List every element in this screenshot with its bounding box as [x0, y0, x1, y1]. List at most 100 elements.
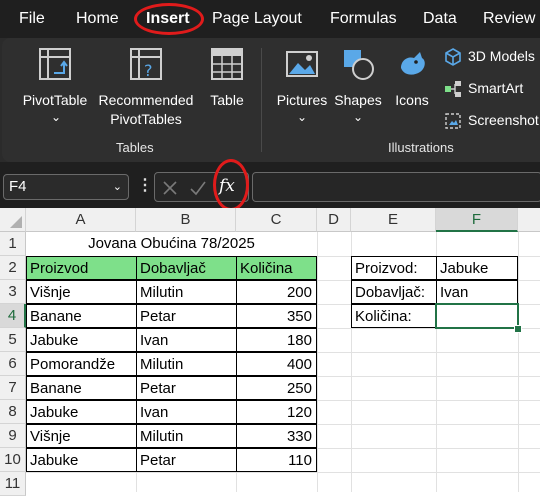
recommended-pivottables-icon: ? [130, 48, 162, 80]
table-cell[interactable]: 120 [236, 400, 317, 424]
column-header-c[interactable]: C [236, 208, 317, 232]
icons-button[interactable]: Icons [390, 46, 434, 110]
formula-bar: F4 ⌄ ⋮ fx [0, 159, 540, 211]
lookup-value-supplier[interactable]: Ivan [436, 280, 518, 304]
table-cell[interactable]: Jabuke [26, 328, 137, 352]
lookup-label-quantity[interactable]: Količina: [351, 304, 437, 328]
tab-review[interactable]: Review [483, 8, 535, 30]
name-box[interactable]: F4 ⌄ [3, 174, 129, 200]
menu-bar: File Home Insert Page Layout Formulas Da… [0, 0, 540, 38]
table-cell[interactable]: Ivan [136, 400, 237, 424]
table-cell[interactable]: Jabuke [26, 448, 137, 472]
lookup-value-product[interactable]: Jabuke [436, 256, 518, 280]
pivottable-label: PivotTable [22, 92, 88, 108]
enter-check-icon[interactable] [189, 179, 207, 197]
table-cell[interactable]: 250 [236, 376, 317, 400]
fill-handle[interactable] [514, 325, 522, 333]
sheet-title-cell[interactable]: Jovana Obućina 78/2025 [26, 232, 317, 256]
insert-function-button[interactable]: fx [219, 176, 235, 196]
tab-data[interactable]: Data [423, 8, 457, 30]
pictures-label: Pictures [276, 92, 328, 108]
shapes-button[interactable]: Shapes [332, 46, 384, 110]
recommended-pivottables-button[interactable]: ? Recommended PivotTables [94, 46, 198, 129]
table-cell[interactable]: 180 [236, 328, 317, 352]
table-cell[interactable]: Višnje [26, 280, 137, 304]
table-cell[interactable]: Pomorandže [26, 352, 137, 376]
row-header-5[interactable]: 5 [0, 328, 26, 352]
shapes-dropdown-icon[interactable]: ⌄ [353, 110, 363, 124]
bird-icon [401, 52, 425, 75]
column-header-f[interactable]: F [436, 208, 518, 232]
row-header-3[interactable]: 3 [0, 280, 26, 304]
table-cell[interactable]: Banane [26, 376, 137, 400]
table-cell[interactable]: Milutin [136, 352, 237, 376]
header-cell-kolicina[interactable]: Količina [236, 256, 317, 280]
pivottable-dropdown-icon[interactable]: ⌄ [51, 110, 61, 124]
3d-models-label: 3D Models [468, 48, 535, 64]
row-header-11[interactable]: 11 [0, 472, 26, 496]
smartart-icon [445, 81, 461, 98]
table-cell[interactable]: Višnje [26, 424, 137, 448]
gridline [518, 232, 519, 492]
screenshot-icon [445, 113, 461, 129]
column-header-d[interactable]: D [317, 208, 351, 232]
row-header-8[interactable]: 8 [0, 400, 26, 424]
select-all-corner[interactable] [0, 208, 26, 232]
column-header-b[interactable]: B [136, 208, 236, 232]
table-cell[interactable]: Milutin [136, 280, 237, 304]
vertical-dots-icon[interactable]: ⋮ [137, 175, 153, 195]
header-cell-dobavljac[interactable]: Dobavljač [136, 256, 237, 280]
tab-page-layout[interactable]: Page Layout [212, 8, 302, 30]
cancel-icon[interactable] [161, 179, 179, 197]
tab-formulas[interactable]: Formulas [330, 8, 397, 30]
table-cell[interactable]: 330 [236, 424, 317, 448]
table-cell[interactable]: Ivan [136, 328, 237, 352]
smartart-button[interactable]: SmartArt [444, 77, 523, 99]
table-cell[interactable]: 400 [236, 352, 317, 376]
lookup-label-supplier[interactable]: Dobavljač: [351, 280, 437, 304]
gridline [26, 472, 540, 473]
row-header-9[interactable]: 9 [0, 424, 26, 448]
table-cell[interactable]: Milutin [136, 424, 237, 448]
tables-group-label: Tables [116, 140, 154, 155]
screenshot-button[interactable]: Screenshot [444, 109, 539, 131]
row-header-1[interactable]: 1 [0, 232, 26, 256]
pictures-dropdown-icon[interactable]: ⌄ [297, 110, 307, 124]
illustrations-group-label: Illustrations [388, 140, 454, 155]
table-cell[interactable]: Banane [26, 304, 137, 328]
table-cell[interactable]: 200 [236, 280, 317, 304]
table-cell[interactable]: 350 [236, 304, 317, 328]
active-cell-indicator [435, 303, 519, 329]
icons-label: Icons [395, 92, 429, 108]
tab-file[interactable]: File [19, 8, 45, 30]
row-header-7[interactable]: 7 [0, 376, 26, 400]
column-header-a[interactable]: A [26, 208, 136, 232]
row-header-10[interactable]: 10 [0, 448, 26, 472]
row-header-2[interactable]: 2 [0, 256, 26, 280]
row-header-6[interactable]: 6 [0, 352, 26, 376]
3d-models-button[interactable]: 3D Models [444, 45, 535, 67]
pivottable-button[interactable]: PivotTable [16, 46, 94, 110]
recommended-label-line1: Recommended [98, 92, 194, 108]
row-header-4[interactable]: 4 [0, 304, 26, 328]
recommended-label-line2: PivotTables [110, 111, 182, 127]
column-header-e[interactable]: E [351, 208, 436, 232]
formula-input[interactable] [252, 172, 540, 202]
tab-insert[interactable]: Insert [146, 8, 190, 30]
pictures-button[interactable]: Pictures [274, 46, 330, 110]
pictures-icon [286, 51, 318, 77]
table-cell[interactable]: Petar [136, 448, 237, 472]
screenshot-label: Screenshot [468, 112, 539, 128]
table-cell[interactable]: 110 [236, 448, 317, 472]
tab-home[interactable]: Home [76, 8, 119, 30]
table-cell[interactable]: Jabuke [26, 400, 137, 424]
chevron-down-icon[interactable]: ⌄ [113, 175, 122, 199]
lookup-label-product[interactable]: Proizvod: [351, 256, 437, 280]
smartart-label: SmartArt [468, 80, 524, 96]
column-header-g[interactable] [518, 208, 540, 232]
header-cell-proizvod[interactable]: Proizvod [26, 256, 137, 280]
table-cell[interactable]: Petar [136, 304, 237, 328]
table-button[interactable]: Table [204, 46, 250, 110]
table-cell[interactable]: Petar [136, 376, 237, 400]
cube-icon [445, 48, 461, 67]
